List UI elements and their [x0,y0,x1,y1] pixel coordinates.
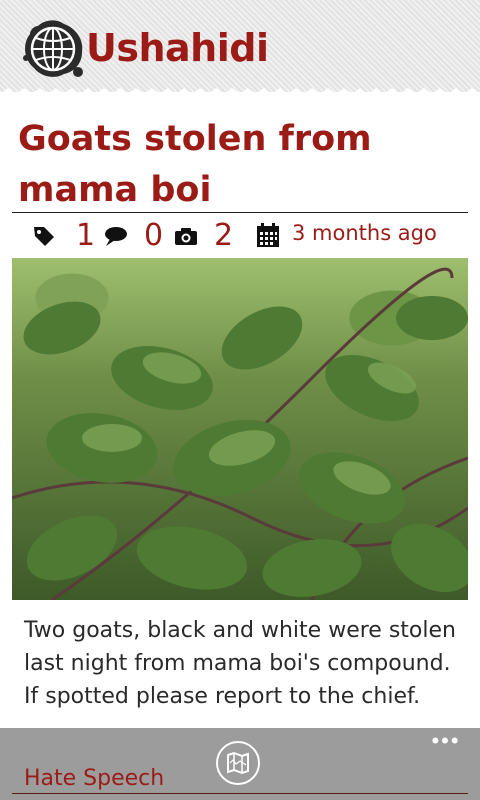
calendar-icon [257,223,279,247]
report-meta-row: 1 0 2 3 months ago [0,216,480,256]
more-dots-icon[interactable]: ••• [426,730,466,754]
map-button[interactable] [216,741,260,785]
tag-icon [34,227,54,246]
category-count: 1 [76,218,96,253]
report-description: Two goats, black and white were stolen l… [24,618,456,709]
app-name: Ushahidi [86,26,269,70]
ushahidi-logo-icon [23,20,83,77]
report-date: 3 months ago [292,221,437,245]
comment-bubble-icon [105,227,127,246]
camera-icon [175,228,197,245]
header-zigzag-divider [0,88,480,100]
bramble-leaves-image [12,267,468,600]
report-title: Goats stolen from mama boi [18,119,372,210]
title-divider [12,212,468,213]
category-divider [12,793,468,794]
report-photo[interactable] [12,258,468,600]
comment-count: 0 [144,218,164,253]
app-header: Ushahidi [0,0,480,92]
photo-count: 2 [214,218,234,253]
map-icon [227,751,249,775]
report-category[interactable]: Hate Speech [24,764,164,794]
